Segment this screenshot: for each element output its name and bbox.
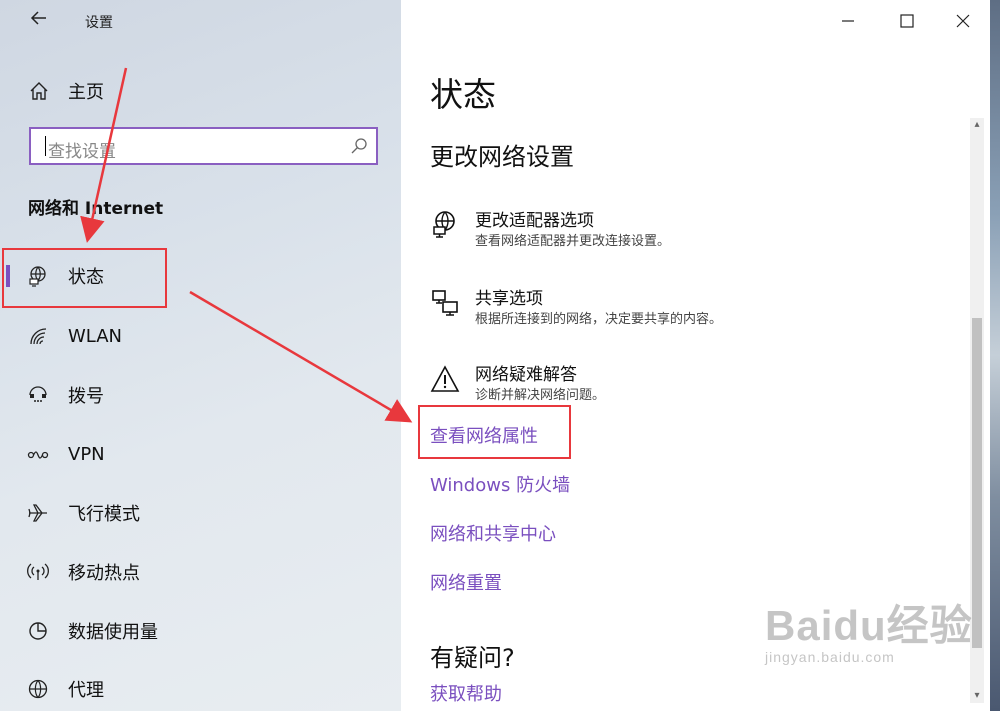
help-heading: 有疑问? xyxy=(430,644,515,672)
watermark-brand: Baidu经验 xyxy=(765,602,973,649)
minimize-icon[interactable] xyxy=(833,8,863,34)
sidebar-item-label: VPN xyxy=(68,443,105,465)
maximize-icon[interactable] xyxy=(892,8,922,34)
airplane-icon xyxy=(28,504,47,522)
sidebar-item-label: 移动热点 xyxy=(68,563,140,584)
page-title: 状态 xyxy=(430,75,496,114)
option-desc: 诊断并解决网络问题。 xyxy=(475,388,606,403)
sidebar-item-proxy[interactable]: 代理 xyxy=(0,669,401,709)
adapter-icon xyxy=(433,211,455,238)
option-title: 更改适配器选项 xyxy=(475,211,594,231)
search-placeholder: 查找设置 xyxy=(48,142,116,162)
sidebar-item-label: 拨号 xyxy=(68,386,104,407)
link-network-reset[interactable]: 网络重置 xyxy=(430,569,502,595)
hotspot-icon xyxy=(27,563,49,580)
wifi-icon xyxy=(30,328,47,345)
option-desc: 查看网络适配器并更改连接设置。 xyxy=(475,234,671,249)
home-label: 主页 xyxy=(68,82,104,103)
settings-window: 设置 主页 查找设置 网络和 Internet 状态 WLAN 拨号 VPN 飞… xyxy=(0,0,990,711)
sharing-icon xyxy=(432,290,458,316)
search-input[interactable]: 查找设置 xyxy=(29,127,378,165)
sidebar-item-wlan[interactable]: WLAN xyxy=(0,316,401,356)
annotation-highlight-box xyxy=(2,248,167,308)
sidebar-item-label: 数据使用量 xyxy=(68,622,158,643)
back-arrow-icon xyxy=(30,11,46,25)
sidebar-item-data-usage[interactable]: 数据使用量 xyxy=(0,611,401,651)
watermark: Baidu经验 jingyan.baidu.com xyxy=(765,592,973,665)
link-windows-firewall[interactable]: Windows 防火墙 xyxy=(430,471,570,497)
search-icon xyxy=(351,138,367,154)
sidebar-item-dialup[interactable]: 拨号 xyxy=(0,375,401,415)
vpn-icon xyxy=(27,451,49,459)
scrollbar-thumb[interactable] xyxy=(972,318,982,648)
sidebar-item-airplane[interactable]: 飞行模式 xyxy=(0,493,401,533)
link-get-help[interactable]: 获取帮助 xyxy=(430,680,502,706)
option-change-adapter[interactable]: 更改适配器选项 查看网络适配器并更改连接设置。 xyxy=(430,206,950,256)
home-icon xyxy=(30,82,48,100)
close-icon[interactable] xyxy=(948,8,978,34)
sidebar: 设置 主页 查找设置 网络和 Internet 状态 WLAN 拨号 VPN 飞… xyxy=(0,0,401,711)
annotation-highlight-box xyxy=(418,405,571,459)
link-network-sharing-center[interactable]: 网络和共享中心 xyxy=(430,520,556,546)
sidebar-item-home[interactable]: 主页 xyxy=(28,76,104,106)
globe-icon xyxy=(28,679,48,699)
app-title: 设置 xyxy=(85,15,113,31)
option-title: 共享选项 xyxy=(475,289,543,309)
desktop-background xyxy=(990,0,1000,711)
dialup-icon xyxy=(29,386,47,402)
section-title: 网络和 Internet xyxy=(28,199,164,219)
option-sharing[interactable]: 共享选项 根据所连接到的网络，决定要共享的内容。 xyxy=(430,284,950,334)
section-heading: 更改网络设置 xyxy=(430,143,574,171)
sidebar-item-label: WLAN xyxy=(68,325,123,347)
warning-icon xyxy=(430,365,460,392)
sidebar-item-hotspot[interactable]: 移动热点 xyxy=(0,552,401,592)
option-troubleshoot[interactable]: 网络疑难解答 诊断并解决网络问题。 xyxy=(430,360,950,410)
data-usage-icon xyxy=(29,622,47,640)
sidebar-item-label: 飞行模式 xyxy=(68,504,140,525)
option-title: 网络疑难解答 xyxy=(475,365,577,385)
option-desc: 根据所连接到的网络，决定要共享的内容。 xyxy=(475,312,723,327)
scroll-up-icon[interactable]: ▴ xyxy=(970,118,984,132)
text-caret xyxy=(45,136,46,156)
back-button[interactable] xyxy=(28,8,50,32)
sidebar-item-vpn[interactable]: VPN xyxy=(0,434,401,474)
scroll-down-icon[interactable]: ▾ xyxy=(970,689,984,703)
sidebar-item-label: 代理 xyxy=(68,680,104,701)
